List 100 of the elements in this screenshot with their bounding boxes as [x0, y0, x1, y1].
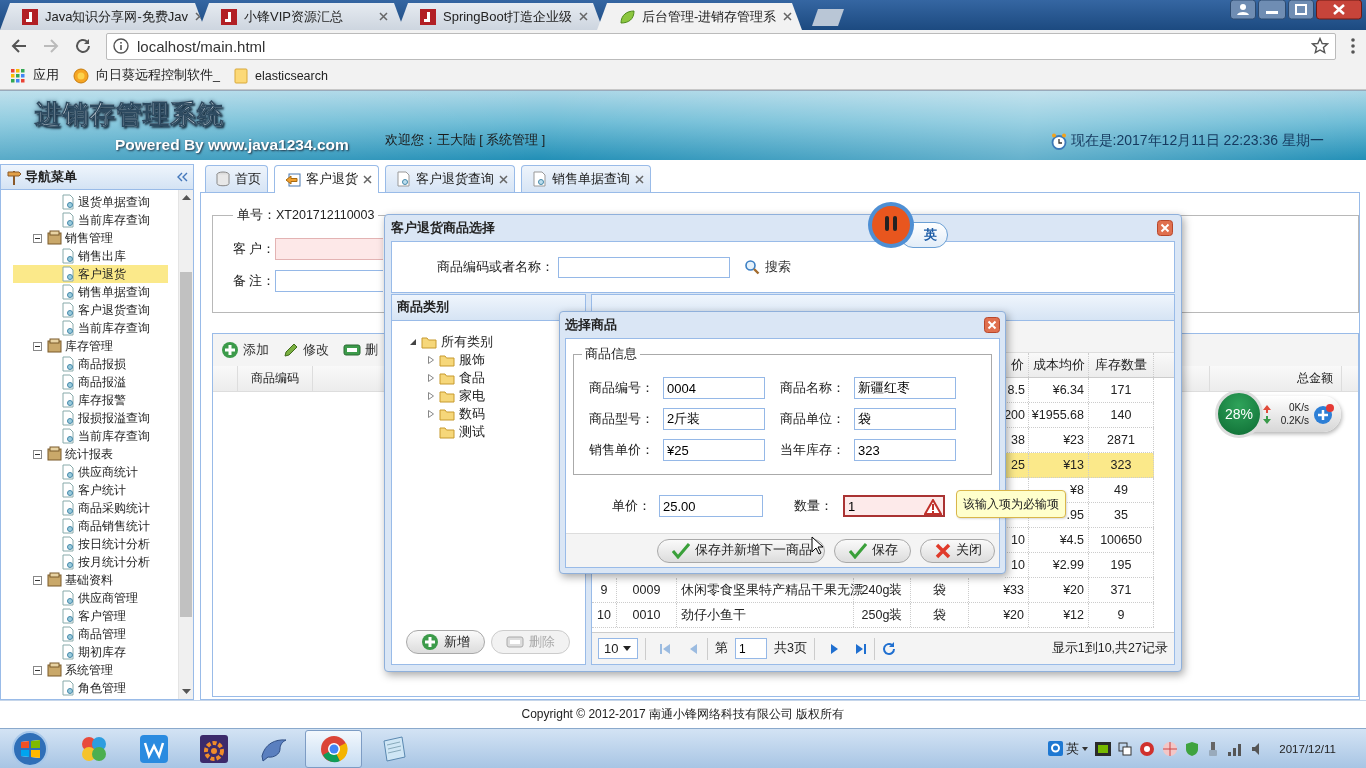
tree-node[interactable]: 所有类别 [409, 333, 493, 351]
collapse-toggle-icon[interactable] [33, 233, 42, 243]
round-button[interactable]: 新增 [406, 630, 485, 654]
menu-item[interactable]: 角色管理 [13, 679, 168, 697]
close-icon[interactable] [1157, 220, 1173, 236]
close-button[interactable] [1316, 0, 1362, 20]
price-field[interactable]: 25.00 [659, 495, 763, 517]
table-row[interactable]: 10 0010 劲仔小鱼干 250g装 袋 ¥20 ¥12 9 [592, 603, 1154, 628]
menu-group[interactable]: 统计报表 [13, 445, 168, 463]
close-icon[interactable] [379, 12, 388, 21]
search-field[interactable] [558, 256, 730, 278]
collapse-toggle-icon[interactable] [33, 449, 42, 459]
close-icon[interactable] [984, 317, 1000, 333]
new-tab-button[interactable] [812, 9, 844, 26]
menu-item[interactable]: 按月统计分析 [13, 553, 168, 571]
collapse-toggle-icon[interactable] [33, 665, 42, 675]
tree-node[interactable]: 服饰 [409, 351, 485, 369]
expand-arrow-icon[interactable] [427, 356, 435, 364]
text-field[interactable]: ¥25 [663, 439, 765, 461]
minimize-button[interactable] [1258, 0, 1286, 20]
menu-icon[interactable] [1350, 37, 1356, 55]
close-icon[interactable] [499, 174, 508, 184]
menu-item[interactable]: 退货单据查询 [13, 193, 168, 211]
menu-item[interactable]: 商品报溢 [13, 373, 168, 391]
tab[interactable]: 客户退货 [274, 165, 379, 193]
reload-icon[interactable] [74, 37, 92, 55]
star-icon[interactable] [1311, 37, 1329, 55]
input-method-indicator[interactable]: 英 [1048, 739, 1089, 758]
profile-button[interactable] [1230, 0, 1256, 20]
close-icon[interactable] [579, 12, 589, 21]
menu-item[interactable]: 报损报溢查询 [13, 409, 168, 427]
restore-button[interactable] [1288, 0, 1314, 20]
menu-item[interactable]: 期初库存 [13, 643, 168, 661]
table-row[interactable]: 25 ¥13 323 [1005, 453, 1154, 478]
round-button[interactable]: 保存 [834, 538, 911, 563]
bookmark[interactable]: elasticsearch [233, 67, 328, 84]
refresh-icon[interactable] [881, 641, 896, 656]
search-button[interactable]: 搜索 [744, 258, 791, 276]
antivirus-icon[interactable] [1139, 740, 1156, 757]
menu-item[interactable]: 商品采购统计 [13, 499, 168, 517]
tree-node[interactable]: 测试 [409, 423, 485, 441]
menu-item[interactable]: 当前库存查询 [13, 319, 168, 337]
collapse-icon[interactable] [176, 172, 188, 182]
expand-arrow-icon[interactable] [427, 410, 435, 418]
text-field[interactable]: 323 [854, 439, 956, 461]
expand-arrow-icon[interactable] [427, 374, 435, 382]
windows-icon[interactable] [1118, 741, 1133, 756]
toolbar-button[interactable]: 删 [343, 341, 378, 359]
column-header[interactable]: 成本均价 [1032, 356, 1085, 374]
menu-item[interactable]: 客户退货 [13, 265, 168, 283]
address-field[interactable]: localhost/main.html [106, 32, 1336, 60]
tree-node[interactable]: 家电 [409, 387, 485, 405]
tree-node[interactable]: 数码 [409, 405, 485, 423]
page-number-field[interactable]: 1 [735, 638, 767, 659]
table-row[interactable]: 9 0009 休闲零食坚果特产精品干果无漂240g装 袋 ¥33 ¥20 371 [592, 578, 1154, 603]
tab[interactable]: 客户退货查询 [385, 165, 515, 192]
toolbar-button[interactable]: 修改 [283, 341, 329, 359]
menu-item[interactable]: 供应商统计 [13, 463, 168, 481]
collapse-arrow-icon[interactable] [409, 338, 417, 346]
menu-item[interactable]: 客户管理 [13, 607, 168, 625]
text-field[interactable]: 新疆红枣 [854, 377, 956, 399]
menu-item[interactable]: 商品报损 [13, 355, 168, 373]
browser-tab[interactable]: 后台管理-进销存管理系 [597, 3, 802, 30]
menu-item[interactable]: 当前库存查询 [13, 427, 168, 445]
text-field[interactable]: 2斤装 [663, 408, 765, 430]
remark-field[interactable] [275, 270, 383, 292]
toolbar-button[interactable]: 添加 [221, 341, 269, 359]
bookmark[interactable]: 应用 [10, 67, 59, 84]
menu-item[interactable]: 销售单据查询 [13, 283, 168, 301]
menu-item[interactable]: 商品销售统计 [13, 517, 168, 535]
collapse-toggle-icon[interactable] [33, 341, 42, 351]
menu-item[interactable]: 商品管理 [13, 625, 168, 643]
pause-button[interactable] [866, 200, 916, 250]
graphics-icon[interactable] [1095, 741, 1112, 756]
taskbar-button[interactable] [305, 729, 362, 768]
menu-group[interactable]: 销售管理 [13, 229, 168, 247]
text-field[interactable]: 袋 [854, 408, 956, 430]
menu-group[interactable]: 库存管理 [13, 337, 168, 355]
menu-item[interactable]: 按日统计分析 [13, 535, 168, 553]
menu-item[interactable]: 库存报警 [13, 391, 168, 409]
menu-group[interactable]: 系统管理 [13, 661, 168, 679]
text-field[interactable]: 0004 [663, 377, 765, 399]
close-icon[interactable] [363, 175, 372, 184]
back-icon[interactable] [10, 37, 28, 55]
tab[interactable]: 首页 [205, 165, 268, 192]
close-icon[interactable] [783, 12, 793, 21]
quantity-field[interactable]: 1 [843, 495, 945, 517]
menu-item[interactable]: 供应商管理 [13, 589, 168, 607]
last-page-icon[interactable] [854, 641, 867, 656]
round-button[interactable]: 关闭 [920, 538, 995, 563]
tree-node[interactable]: 食品 [409, 369, 485, 387]
menu-group[interactable]: 基础资料 [13, 571, 168, 589]
expand-arrow-icon[interactable] [427, 392, 435, 400]
page-size-select[interactable]: 10 [598, 638, 638, 659]
menu-item[interactable]: 销售出库 [13, 247, 168, 265]
tab[interactable]: 销售单据查询 [521, 165, 651, 192]
menu-item[interactable]: 客户退货查询 [13, 301, 168, 319]
column-header[interactable]: 价 [1011, 356, 1024, 374]
round-button[interactable]: 保存并新增下一商品 [657, 538, 825, 563]
menu-item[interactable]: 当前库存查询 [13, 211, 168, 229]
